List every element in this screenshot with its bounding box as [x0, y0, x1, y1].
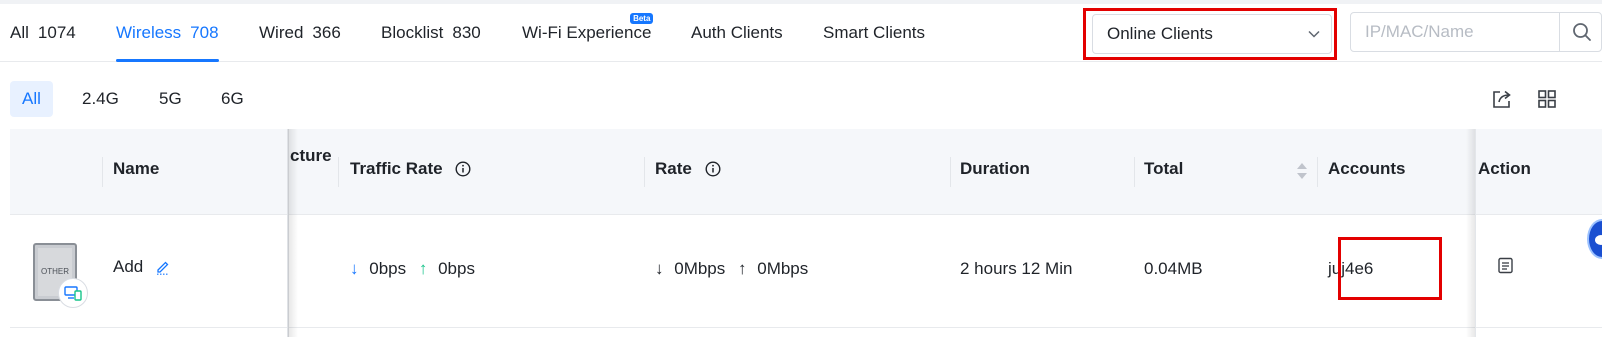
table-header: Name cture Traffic Rate Rate Duration To… [10, 129, 1602, 215]
search-box [1350, 12, 1602, 52]
tab-label: Blocklist [381, 23, 444, 42]
rate-down-value: 0Mbps [674, 259, 726, 278]
upload-arrow-icon: ↑ [418, 259, 428, 278]
column-divider [102, 157, 103, 187]
download-arrow-icon: ↓ [350, 259, 359, 278]
band-filter-all[interactable]: All [10, 81, 53, 117]
total-cell: 0.04MB [1144, 259, 1203, 278]
upload-arrow-icon: ↑ [738, 259, 747, 278]
column-header-name[interactable]: Name [113, 159, 159, 179]
select-value: Online Clients [1107, 24, 1213, 43]
column-header-label: Traffic Rate [350, 159, 443, 178]
tab-label: Wired [259, 23, 304, 42]
tab-wired[interactable]: Wired 366 [259, 4, 341, 62]
column-divider [644, 157, 645, 187]
traffic-up-value: 0bps [438, 259, 475, 278]
tab-label: Smart Clients [823, 23, 926, 42]
chevron-down-icon [1308, 30, 1320, 38]
search-input[interactable] [1351, 13, 1559, 51]
duration-cell: 2 hours 12 Min [960, 259, 1073, 278]
export-icon[interactable] [1491, 88, 1513, 110]
band-filter-5g[interactable]: 5G [147, 81, 194, 117]
column-header-action: Action [1478, 159, 1531, 178]
tab-wireless[interactable]: Wireless 708 [116, 4, 219, 62]
column-header-total[interactable]: Total [1144, 159, 1183, 179]
rate-up-value: 0Mbps [757, 259, 809, 278]
traffic-down-value: 0bps [369, 259, 407, 278]
info-icon[interactable] [705, 161, 721, 177]
tab-count: 366 [312, 23, 341, 42]
tab-count: 708 [190, 23, 219, 42]
detail-icon[interactable] [1497, 257, 1514, 274]
tab-all[interactable]: All 1074 [10, 4, 76, 62]
client-name: Add [113, 257, 144, 276]
tab-wifi-experience[interactable]: Wi-Fi Experience Beta [522, 4, 654, 62]
grid-icon[interactable] [1536, 88, 1558, 110]
tab-blocklist[interactable]: Blocklist 830 [381, 4, 481, 62]
column-header-label: Rate [655, 159, 692, 178]
band-filter-2g[interactable]: 2.4G [70, 81, 131, 117]
column-header-traffic-rate[interactable]: Traffic Rate [350, 159, 471, 179]
edit-icon[interactable] [155, 259, 171, 275]
traffic-rate-cell: ↓ 0bps ↑ 0bps [350, 259, 475, 279]
sort-icon[interactable] [1296, 161, 1308, 181]
device-type-label: OTHER [41, 267, 69, 276]
column-header-duration[interactable]: Duration [960, 159, 1030, 179]
devices-icon [64, 286, 82, 301]
column-divider [338, 157, 339, 187]
tab-label: Wireless [116, 23, 182, 42]
rate-cell: ↓ 0Mbps ↑ 0Mbps [655, 259, 808, 279]
beta-badge: Beta [630, 13, 654, 24]
tab-auth-clients[interactable]: Auth Clients [691, 4, 783, 62]
tab-label: All [10, 23, 29, 42]
column-divider [950, 157, 951, 187]
assistant-eye [1595, 235, 1602, 245]
tab-count: 830 [452, 23, 481, 42]
column-header-accounts[interactable]: Accounts [1328, 159, 1405, 179]
client-status-select[interactable]: Online Clients [1092, 14, 1332, 54]
info-icon[interactable] [455, 161, 471, 177]
column-divider [1317, 157, 1318, 187]
column-divider [1134, 157, 1135, 187]
tab-count: 1074 [37, 23, 76, 42]
fixed-column-edge [1475, 129, 1476, 337]
column-header-rate[interactable]: Rate [655, 159, 721, 179]
tab-label: Wi-Fi Experience [522, 23, 652, 42]
download-arrow-icon: ↓ [655, 259, 664, 278]
fixed-column-shadow [288, 129, 298, 337]
tab-label: Auth Clients [691, 23, 783, 42]
band-filter-6g[interactable]: 6G [209, 81, 256, 117]
account-cell: juj4e6 [1328, 259, 1374, 278]
tab-smart-clients[interactable]: Smart Clients [823, 4, 925, 62]
search-icon [1573, 23, 1591, 41]
search-button[interactable] [1559, 13, 1602, 51]
device-type-badge [58, 278, 88, 308]
